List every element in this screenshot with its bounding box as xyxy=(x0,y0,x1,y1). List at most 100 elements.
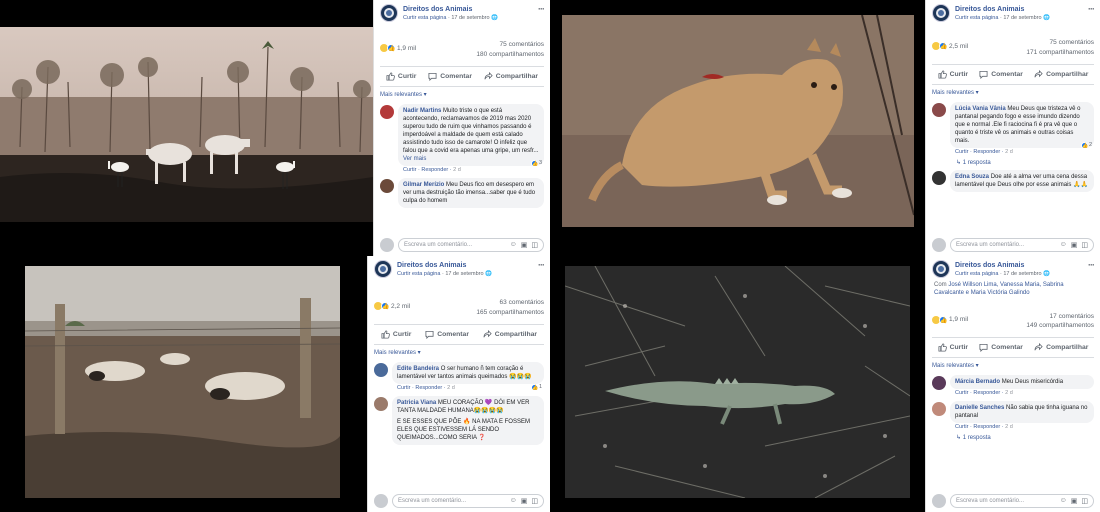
reactions-summary[interactable]: 👍 2,5 mil xyxy=(932,42,968,50)
comment-input[interactable]: Escreva um comentário... ☺ ▣ ◫ xyxy=(392,494,544,508)
share-button[interactable]: Compartilhar xyxy=(1034,69,1088,79)
comment-button[interactable]: Comentar xyxy=(979,70,1023,79)
post-date[interactable]: 17 de setembro xyxy=(445,271,483,277)
emoji-icon[interactable]: ☺ xyxy=(510,241,517,249)
comment-reply-link[interactable]: Responder xyxy=(973,424,1000,430)
emoji-icon[interactable]: ☺ xyxy=(510,497,517,505)
page-avatar[interactable] xyxy=(932,260,950,278)
page-avatar[interactable] xyxy=(380,4,398,22)
comment-sort[interactable]: Mais relevantes ▾ xyxy=(926,358,1100,373)
more-options-icon[interactable]: ··· xyxy=(538,260,545,270)
photo-viewer[interactable] xyxy=(550,0,925,256)
comment-author[interactable]: Edna Souza xyxy=(955,174,989,180)
page-name[interactable]: Direitos dos Animais xyxy=(955,6,1050,13)
comment-button[interactable]: Comentar xyxy=(425,330,469,339)
like-page-link[interactable]: Curtir esta página xyxy=(955,271,998,277)
photo-viewer[interactable] xyxy=(550,256,925,512)
more-options-icon[interactable]: ··· xyxy=(1088,260,1095,270)
comment-author[interactable]: Danielle Sanches xyxy=(955,405,1004,411)
comment-reactions[interactable]: 👍 3 xyxy=(530,159,542,167)
comment-reply-link[interactable]: Responder xyxy=(421,167,448,173)
comment-reactions[interactable]: 👍 1 xyxy=(530,383,542,391)
comment-like-link[interactable]: Curtir xyxy=(955,149,968,155)
post-date[interactable]: 17 de setembro xyxy=(1003,271,1041,277)
like-page-link[interactable]: Curtir esta página xyxy=(955,15,998,21)
tagged-names[interactable]: José Willson Lima, Vanessa Maria, Sabrin… xyxy=(934,282,1064,296)
comment-author[interactable]: Gilmar Merízio xyxy=(403,182,444,188)
more-options-icon[interactable]: ··· xyxy=(1088,4,1095,14)
like-page-link[interactable]: Curtir esta página xyxy=(403,15,446,21)
comment-author[interactable]: Nadir Martins xyxy=(403,108,441,114)
photo-viewer[interactable] xyxy=(0,0,373,256)
comment-reactions[interactable]: 👍 2 xyxy=(1080,141,1092,149)
like-button[interactable]: Curtir xyxy=(381,329,411,339)
avatar[interactable] xyxy=(932,102,946,117)
gif-icon[interactable]: ▣ xyxy=(1071,497,1078,505)
gif-icon[interactable]: ▣ xyxy=(1071,241,1078,249)
shares-count[interactable]: 171 compartilhamentos xyxy=(1026,48,1094,58)
sticker-icon[interactable]: ◫ xyxy=(531,241,538,249)
shares-count[interactable]: 165 compartilhamentos xyxy=(476,308,544,318)
share-button[interactable]: Compartilhar xyxy=(484,71,538,81)
view-replies-link[interactable]: ↳ 1 resposta xyxy=(926,158,1100,168)
like-page-link[interactable]: Curtir esta página xyxy=(397,271,440,277)
view-replies-link[interactable]: ↳ 1 resposta xyxy=(926,433,1100,443)
sticker-icon[interactable]: ◫ xyxy=(1081,241,1088,249)
like-button[interactable]: Curtir xyxy=(938,343,968,352)
comment-author[interactable]: Lúcia Vania Vânia xyxy=(955,106,1006,112)
gif-icon[interactable]: ▣ xyxy=(521,241,528,249)
reactions-summary[interactable]: 👍 1,9 mil xyxy=(380,44,416,52)
share-button[interactable]: Compartilhar xyxy=(1034,343,1088,352)
like-button[interactable]: Curtir xyxy=(386,71,416,81)
comment-reply-link[interactable]: Responder xyxy=(973,149,1000,155)
more-options-icon[interactable]: ··· xyxy=(538,4,545,14)
comment-age[interactable]: 2 d xyxy=(1005,390,1013,396)
like-button[interactable]: Curtir xyxy=(938,69,968,79)
comment-input[interactable]: Escreva um comentário... ☺ ▣ ◫ xyxy=(398,238,544,252)
see-more-link[interactable]: Ver mais xyxy=(403,156,426,162)
avatar[interactable] xyxy=(374,362,388,377)
comment-sort[interactable]: Mais relevantes ▾ xyxy=(926,85,1100,100)
comment-author[interactable]: Edite Bandeira xyxy=(397,366,439,372)
gif-icon[interactable]: ▣ xyxy=(521,497,528,505)
comment-sort[interactable]: Mais relevantes ▾ xyxy=(374,87,550,102)
share-button[interactable]: Compartilhar xyxy=(483,329,537,339)
avatar[interactable] xyxy=(380,179,394,194)
comment-age[interactable]: 2 d xyxy=(447,385,455,391)
reactions-summary[interactable]: 👍 2,2 mil xyxy=(374,302,410,310)
emoji-icon[interactable]: ☺ xyxy=(1060,497,1067,505)
comment-author[interactable]: Márcia Bernado xyxy=(955,379,1000,385)
comment-like-link[interactable]: Curtir xyxy=(403,167,416,173)
comments-count[interactable]: 63 comentários xyxy=(476,298,544,308)
avatar[interactable] xyxy=(374,396,388,411)
comment-button[interactable]: Comentar xyxy=(979,343,1023,353)
emoji-icon[interactable]: ☺ xyxy=(1060,241,1067,249)
comment-like-link[interactable]: Curtir xyxy=(955,424,968,430)
comment-author[interactable]: Patricia Viana xyxy=(397,400,436,406)
comments-count[interactable]: 75 comentários xyxy=(1026,38,1094,48)
page-name[interactable]: Direitos dos Animais xyxy=(397,262,492,269)
comment-like-link[interactable]: Curtir xyxy=(397,385,410,391)
page-name[interactable]: Direitos dos Animais xyxy=(955,262,1050,269)
reactions-summary[interactable]: 👍 1,9 mil xyxy=(932,315,968,324)
comment-reply-link[interactable]: Responder xyxy=(973,390,1000,396)
comment-age[interactable]: 2 d xyxy=(1005,424,1013,430)
sticker-icon[interactable]: ◫ xyxy=(1081,497,1088,505)
post-date[interactable]: 17 de setembro xyxy=(451,15,489,21)
sticker-icon[interactable]: ◫ xyxy=(531,497,538,505)
comment-reply-link[interactable]: Responder xyxy=(415,385,442,391)
page-avatar[interactable] xyxy=(932,4,950,22)
photo-viewer[interactable] xyxy=(0,256,367,512)
comment-button[interactable]: Comentar xyxy=(428,72,472,81)
page-name[interactable]: Direitos dos Animais xyxy=(403,6,498,13)
comments-count[interactable]: 17 comentários xyxy=(1026,312,1094,322)
post-date[interactable]: 17 de setembro xyxy=(1003,15,1041,21)
shares-count[interactable]: 180 compartilhamentos xyxy=(476,50,544,60)
avatar[interactable] xyxy=(932,376,946,391)
avatar[interactable] xyxy=(380,104,394,119)
comments-count[interactable]: 75 comentários xyxy=(476,40,544,50)
comment-age[interactable]: 2 d xyxy=(453,167,461,173)
avatar[interactable] xyxy=(932,170,946,185)
comment-input[interactable]: Escreva um comentário... ☺ ▣ ◫ xyxy=(950,238,1094,252)
comment-age[interactable]: 2 d xyxy=(1005,149,1013,155)
